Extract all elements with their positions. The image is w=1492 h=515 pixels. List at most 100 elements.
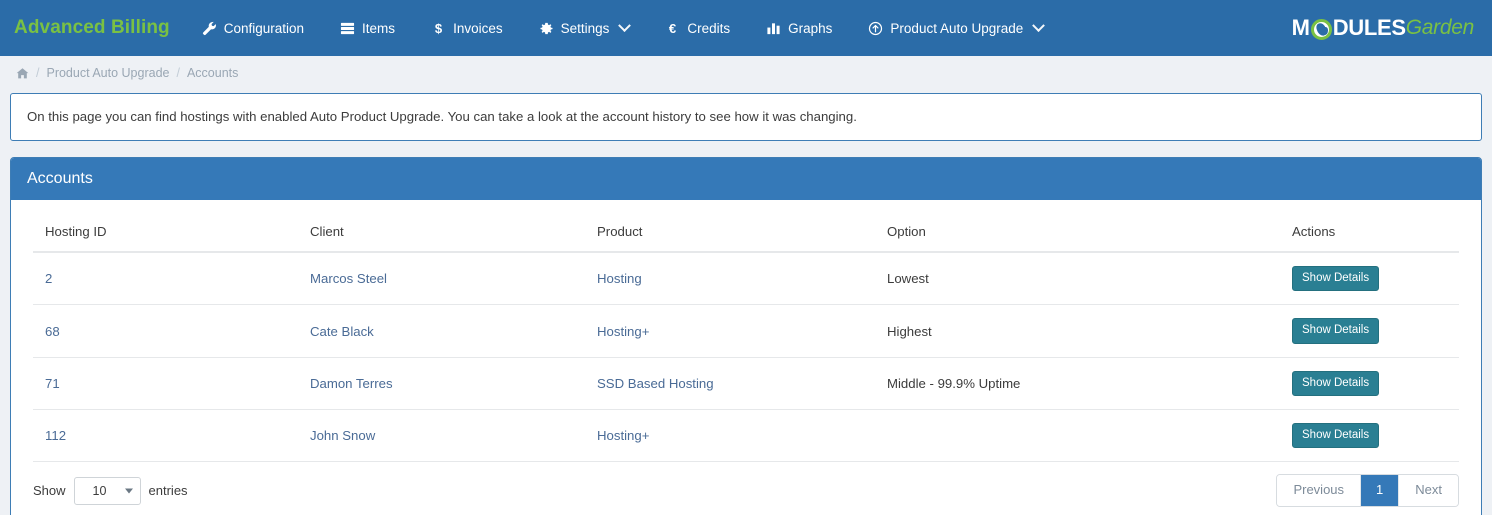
cell-hosting-id: 2 — [33, 252, 298, 306]
table-row: 68 Cate Black Hosting+ Highest Show Deta… — [33, 304, 1459, 358]
accounts-panel: Accounts Hosting ID Client Product Optio… — [10, 156, 1482, 515]
show-label: Show — [33, 483, 66, 499]
entries-label: entries — [148, 483, 188, 499]
breadcrumb-separator: / — [36, 66, 40, 80]
cell-hosting-id: 112 — [33, 409, 298, 463]
cell-hosting-id: 68 — [33, 304, 298, 358]
show-details-button[interactable]: Show Details — [1292, 318, 1380, 344]
nav-label-configuration: Configuration — [223, 20, 305, 36]
breadcrumb-separator: / — [176, 66, 180, 80]
cell-option — [875, 409, 1280, 463]
column-header-option[interactable]: Option — [875, 210, 1280, 254]
show-details-button[interactable]: Show Details — [1292, 266, 1380, 292]
show-details-button[interactable]: Show Details — [1292, 370, 1380, 396]
page-length-control: Show 10 25 50 100 entries — [33, 476, 188, 505]
pagination: Previous 1 Next — [1276, 474, 1459, 508]
nav-item-product-auto-upgrade[interactable]: Product Auto Upgrade — [850, 0, 1061, 56]
table-footer: Show 10 25 50 100 entries Previous 1 Nex… — [33, 462, 1459, 515]
logo-text-part3: Garden — [1405, 16, 1475, 39]
svg-text:$: $ — [435, 21, 443, 36]
page-length-select[interactable]: 10 25 50 100 — [73, 476, 141, 505]
table-header-row: Hosting ID Client Product Option Actions — [33, 210, 1459, 254]
nav-label-graphs: Graphs — [788, 20, 833, 36]
column-header-actions: Actions — [1280, 210, 1459, 254]
column-header-hosting-id[interactable]: Hosting ID — [33, 210, 298, 254]
nav-label-product-auto-upgrade: Product Auto Upgrade — [890, 20, 1024, 36]
table-row: 2 Marcos Steel Hosting Lowest Show Detai… — [33, 252, 1459, 306]
pagination-previous-button[interactable]: Previous — [1277, 475, 1362, 507]
cell-actions: Show Details — [1280, 304, 1459, 358]
hosting-id-link[interactable]: 68 — [45, 324, 60, 339]
breadcrumb-item-product-auto-upgrade[interactable]: Product Auto Upgrade — [46, 66, 169, 80]
breadcrumb: / Product Auto Upgrade / Accounts — [0, 56, 1492, 90]
arrow-up-circle-icon — [868, 21, 883, 36]
logo-text-part2: DULES — [1332, 15, 1406, 40]
cell-option: Middle - 99.9% Uptime — [875, 357, 1280, 410]
globe-icon — [1310, 18, 1332, 40]
hosting-id-link[interactable]: 71 — [45, 376, 60, 391]
product-link[interactable]: Hosting+ — [597, 324, 649, 339]
nav-label-credits: Credits — [687, 20, 731, 36]
top-navbar: Advanced Billing Configuration Items $ I… — [0, 0, 1492, 56]
table-head: Hosting ID Client Product Option Actions — [33, 210, 1459, 254]
cell-option: Lowest — [875, 252, 1280, 306]
panel-title: Accounts — [11, 157, 1481, 201]
breadcrumb-item-accounts[interactable]: Accounts — [187, 66, 238, 80]
cell-client: John Snow — [298, 409, 585, 463]
home-icon[interactable] — [16, 67, 29, 80]
navbar-menu: Configuration Items $ Invoices Settings … — [184, 0, 1062, 56]
logo-text-part1: M — [1291, 15, 1310, 40]
nav-label-items: Items — [362, 20, 396, 36]
cell-product: Hosting+ — [585, 409, 875, 463]
cell-client: Marcos Steel — [298, 252, 585, 306]
client-link[interactable]: John Snow — [310, 428, 375, 443]
panel-body: Hosting ID Client Product Option Actions… — [11, 200, 1481, 515]
nav-item-credits[interactable]: € Credits — [647, 0, 748, 56]
pagination-next-button[interactable]: Next — [1399, 475, 1458, 507]
client-link[interactable]: Cate Black — [310, 324, 374, 339]
cell-product: Hosting+ — [585, 304, 875, 358]
table-body: 2 Marcos Steel Hosting Lowest Show Detai… — [33, 252, 1459, 463]
accounts-table: Hosting ID Client Product Option Actions… — [33, 210, 1459, 463]
cell-option: Highest — [875, 304, 1280, 358]
cell-actions: Show Details — [1280, 357, 1459, 410]
dollar-icon: $ — [431, 21, 446, 36]
nav-item-invoices[interactable]: $ Invoices — [413, 0, 521, 56]
hosting-id-link[interactable]: 2 — [45, 271, 52, 286]
column-header-client[interactable]: Client — [298, 210, 585, 254]
product-link[interactable]: Hosting — [597, 271, 642, 286]
modulesgarden-logo: M DULES Garden — [1291, 15, 1475, 41]
nav-item-settings[interactable]: Settings — [521, 0, 648, 56]
cell-client: Damon Terres — [298, 357, 585, 410]
nav-item-graphs[interactable]: Graphs — [748, 0, 850, 56]
show-details-button[interactable]: Show Details — [1292, 422, 1380, 449]
cell-actions: Show Details — [1280, 252, 1459, 306]
table-row: 112 John Snow Hosting+ Show Details — [33, 409, 1459, 463]
hosting-id-link[interactable]: 112 — [45, 428, 66, 443]
nav-label-invoices: Invoices — [453, 20, 503, 36]
product-link[interactable]: Hosting+ — [597, 428, 649, 443]
cell-product: SSD Based Hosting — [585, 357, 875, 410]
product-link[interactable]: SSD Based Hosting — [597, 376, 714, 391]
gear-icon — [539, 21, 554, 36]
info-panel-text: On this page you can find hostings with … — [27, 109, 857, 124]
column-header-product[interactable]: Product — [585, 210, 875, 254]
chevron-down-icon — [618, 18, 632, 32]
pagination-page-1-button[interactable]: 1 — [1361, 475, 1400, 507]
info-panel: On this page you can find hostings with … — [10, 93, 1482, 141]
client-link[interactable]: Marcos Steel — [310, 271, 387, 286]
client-link[interactable]: Damon Terres — [310, 376, 393, 391]
server-stack-icon — [340, 21, 355, 36]
page-length-select-wrapper: 10 25 50 100 — [73, 476, 141, 505]
cell-client: Cate Black — [298, 304, 585, 358]
nav-item-items[interactable]: Items — [322, 0, 413, 56]
brand-title[interactable]: Advanced Billing — [0, 17, 184, 39]
nav-item-configuration[interactable]: Configuration — [184, 0, 322, 56]
cell-product: Hosting — [585, 252, 875, 306]
bar-chart-icon — [766, 21, 781, 36]
svg-text:€: € — [669, 21, 677, 36]
euro-icon: € — [665, 21, 680, 36]
cell-hosting-id: 71 — [33, 357, 298, 410]
wrench-icon — [202, 21, 217, 36]
table-row: 71 Damon Terres SSD Based Hosting Middle… — [33, 357, 1459, 410]
